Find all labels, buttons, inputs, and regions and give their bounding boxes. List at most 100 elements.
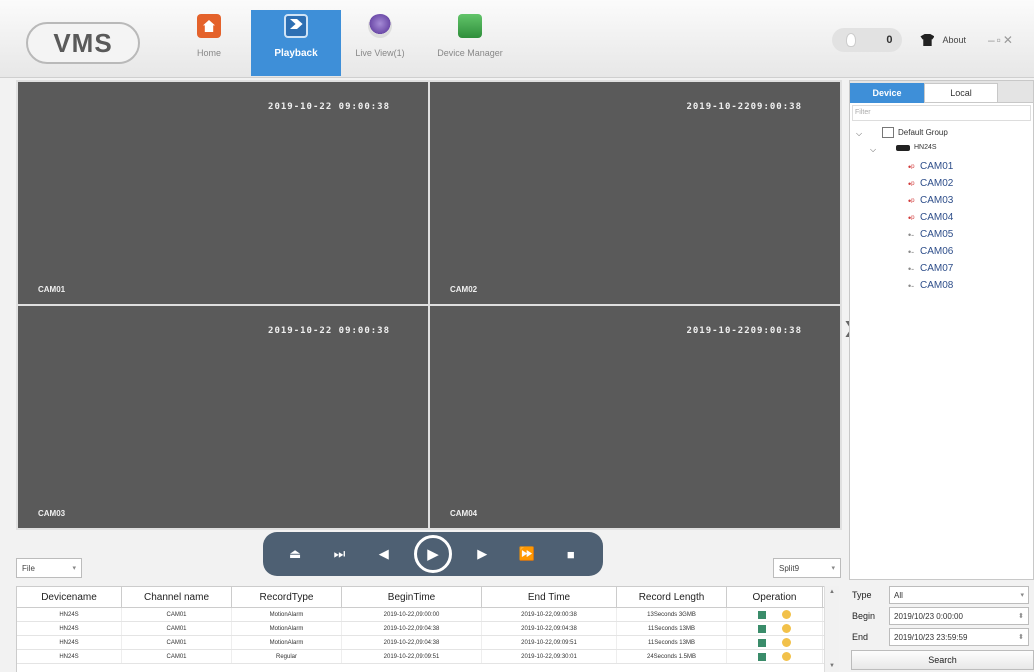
download-icon[interactable] [758, 610, 766, 619]
cell-length: 24Seconds 1.5MB [617, 650, 727, 663]
cell-devicename: HN24S [17, 636, 122, 649]
recording-camera-icon: •ᵖ [908, 212, 915, 223]
type-label: Type [852, 590, 872, 600]
file-select-value: File [22, 563, 35, 573]
tree-group-label: Default Group [898, 128, 948, 137]
play-record-icon[interactable] [782, 652, 791, 661]
chevron-down-icon: ▾ [831, 565, 835, 572]
tree-camera-item[interactable]: •- CAM07 [908, 263, 953, 274]
nav-liveview-button[interactable]: Live View(1) [342, 10, 418, 74]
skip-end-icon[interactable]: ⏭ [325, 546, 353, 562]
tree-group-node[interactable]: Default Group [882, 127, 948, 138]
begin-row: Begin 2019/10/23 0:00:00 ⬍ [849, 607, 1034, 625]
nav-home-button[interactable]: Home [180, 10, 238, 74]
scroll-down-icon[interactable]: ▼ [829, 663, 835, 669]
fast-forward-icon[interactable]: ⏩ [513, 546, 541, 562]
cell-end: 2019-10-22,09:30:01 [482, 650, 617, 663]
video-grid: 2019-10-22 09:00:38 CAM01 2019-10-2209:0… [16, 80, 842, 530]
recording-camera-icon: •ᵖ [908, 195, 915, 206]
video-tile-4[interactable]: 2019-10-2209:00:38 CAM04 [430, 306, 840, 528]
end-datetime-field[interactable]: 2019/10/23 23:59:59 ⬍ [889, 628, 1029, 646]
cell-operation [727, 622, 823, 635]
nav-home-label: Home [196, 48, 221, 58]
tree-camera-item[interactable]: •ᵖ CAM04 [908, 212, 953, 223]
nav-device-manager-button[interactable]: Device Manager [425, 10, 515, 74]
play-record-icon[interactable] [782, 638, 791, 647]
device-tree: ⌵ Default Group ⌵ HN24S •ᵖ CAM01 •ᵖ CAM0… [850, 123, 1033, 563]
window-controls[interactable]: –▫✕ [988, 33, 1034, 47]
chevron-down-icon: ▾ [1020, 592, 1024, 599]
chevron-down-icon[interactable]: ⌵ [870, 145, 876, 155]
col-begin-time[interactable]: BeginTime [342, 587, 482, 607]
about-button[interactable]: About [920, 34, 966, 46]
table-row[interactable]: HN24S CAM01 MotionAlarm 2019-10-22,09:04… [17, 622, 839, 636]
col-devicename[interactable]: Devicename [17, 587, 122, 607]
split-select[interactable]: Split9 ▾ [773, 558, 841, 578]
col-end-time[interactable]: End Time [482, 587, 617, 607]
shirt-icon [920, 34, 935, 46]
col-channel-name[interactable]: Channel name [122, 587, 232, 607]
nav-playback-label: Playback [274, 48, 318, 59]
eject-icon[interactable]: ⏏ [281, 546, 309, 562]
tile-timestamp: 2019-10-2209:00:38 [686, 326, 802, 336]
alarm-button[interactable]: 0 [832, 28, 903, 52]
tab-local[interactable]: Local [924, 83, 998, 103]
vms-app: VMS Home Playback Live View(1) Device Ma… [0, 0, 1034, 672]
tree-camera-label: CAM06 [920, 246, 954, 257]
table-row[interactable]: HN24S CAM01 Regular 2019-10-22,09:09:51 … [17, 650, 839, 664]
download-icon[interactable] [758, 652, 766, 661]
tree-camera-item[interactable]: •ᵖ CAM02 [908, 178, 953, 189]
play-record-icon[interactable] [782, 610, 791, 619]
tree-camera-item[interactable]: •- CAM06 [908, 246, 953, 257]
playback-control-bar: ⏏ ⏭ ◀ ▶ ▶ ⏩ ■ [263, 532, 603, 576]
table-header: Devicename Channel name RecordType Begin… [17, 586, 839, 608]
file-select[interactable]: File ▾ [16, 558, 82, 578]
tree-camera-item[interactable]: •ᵖ CAM01 [908, 161, 953, 172]
recording-camera-icon: •ᵖ [908, 161, 915, 172]
step-back-icon[interactable]: ◀ [370, 546, 398, 562]
table-row[interactable]: HN24S CAM01 MotionAlarm 2019-10-22,09:00… [17, 608, 839, 622]
group-icon [882, 127, 894, 138]
tree-camera-item[interactable]: •- CAM05 [908, 229, 953, 240]
tree-camera-label: CAM05 [920, 229, 954, 240]
video-tile-3[interactable]: 2019-10-22 09:00:38 CAM03 [18, 306, 428, 528]
tile-camera-label: CAM03 [38, 509, 66, 518]
cell-begin: 2019-10-22,09:09:51 [342, 650, 482, 663]
tree-device-node[interactable]: HN24S [896, 144, 937, 151]
scroll-up-icon[interactable]: ▲ [829, 589, 835, 595]
download-icon[interactable] [758, 638, 766, 647]
play-button[interactable]: ▶ [413, 535, 452, 573]
video-tile-1[interactable]: 2019-10-22 09:00:38 CAM01 [18, 82, 428, 304]
tile-camera-label: CAM01 [38, 285, 66, 294]
play-record-icon[interactable] [782, 624, 791, 633]
tree-camera-item[interactable]: •- CAM08 [908, 280, 953, 291]
cell-record-type: MotionAlarm [232, 622, 342, 635]
begin-datetime-field[interactable]: 2019/10/23 0:00:00 ⬍ [889, 607, 1029, 625]
spinner-icon[interactable]: ⬍ [1018, 612, 1024, 620]
video-tile-2[interactable]: 2019-10-2209:00:38 CAM02 [430, 82, 840, 304]
col-record-type[interactable]: RecordType [232, 587, 342, 607]
cell-operation [727, 636, 823, 649]
col-record-length[interactable]: Record Length [617, 587, 727, 607]
table-scrollbar[interactable]: ▲ ▼ [824, 586, 839, 672]
cell-devicename: HN24S [17, 650, 122, 663]
filter-input[interactable]: Filter [852, 105, 1031, 121]
tree-camera-label: CAM08 [920, 280, 954, 291]
search-button[interactable]: Search [851, 650, 1034, 670]
tile-timestamp: 2019-10-22 09:00:38 [268, 102, 390, 112]
tree-camera-item[interactable]: •ᵖ CAM03 [908, 195, 953, 206]
cell-begin: 2019-10-22,09:00:00 [342, 608, 482, 621]
col-operation[interactable]: Operation [727, 587, 823, 607]
nav-playback-button[interactable]: Playback [251, 10, 341, 76]
download-icon[interactable] [758, 624, 766, 633]
tab-device[interactable]: Device [850, 83, 924, 103]
cell-length: 13Seconds 3GMB [617, 608, 727, 621]
type-select[interactable]: All ▾ [889, 586, 1029, 604]
camera-icon: •- [908, 280, 915, 291]
step-forward-icon[interactable]: ▶ [468, 546, 496, 562]
chevron-down-icon[interactable]: ⌵ [856, 129, 862, 139]
table-row[interactable]: HN24S CAM01 MotionAlarm 2019-10-22,09:04… [17, 636, 839, 650]
spinner-icon[interactable]: ⬍ [1018, 633, 1024, 641]
cell-channel: CAM01 [122, 650, 232, 663]
stop-icon[interactable]: ■ [557, 547, 585, 562]
